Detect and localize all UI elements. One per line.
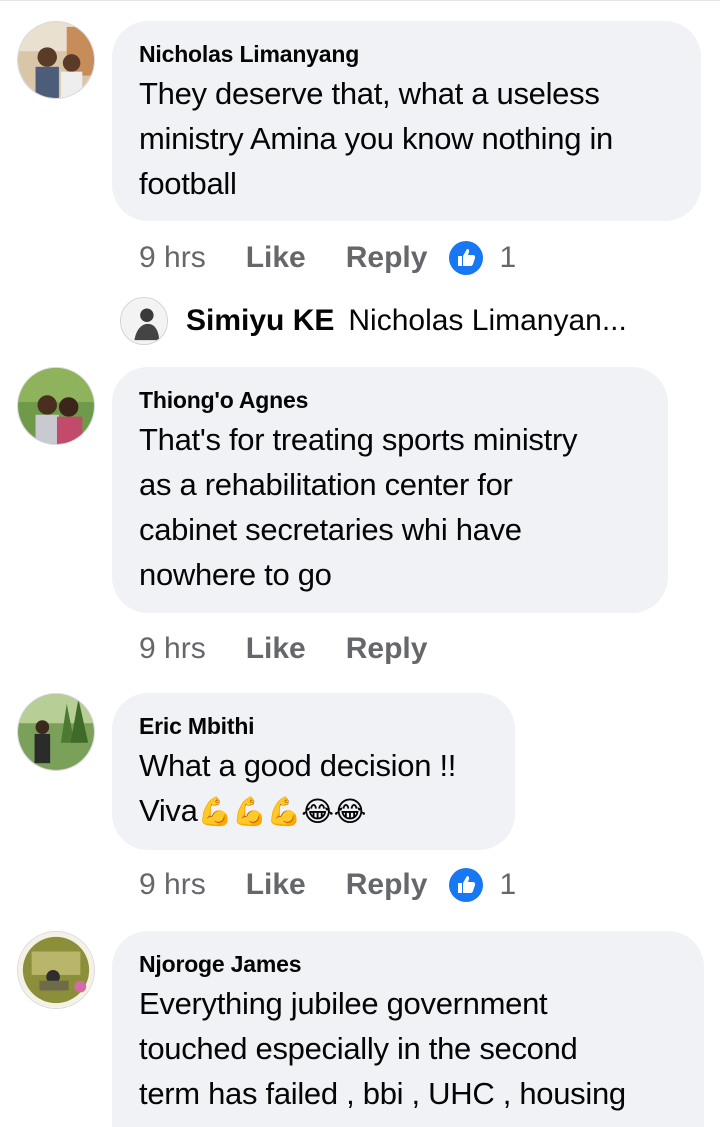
comment-text: Everything jubilee government touched es…	[139, 981, 677, 1116]
comment-author[interactable]: Thiong'o Agnes	[139, 385, 641, 415]
reaction-count: 1	[499, 868, 517, 901]
comment-actions: 9 hrs Like Reply 1	[139, 238, 516, 278]
comment-text-line: They deserve that, what a useless	[139, 76, 600, 111]
avatar[interactable]	[17, 21, 95, 99]
like-thumbs-up-icon	[449, 868, 484, 902]
avatar[interactable]	[17, 693, 95, 771]
comment-emojis: 💪💪💪😂😂	[197, 796, 367, 827]
comment-text: They deserve that, what a useless minist…	[139, 71, 674, 206]
comment-bubble: Njoroge James Everything jubilee governm…	[112, 931, 704, 1127]
comment-text-line: Everything jubilee government	[139, 986, 548, 1021]
comment-text: That's for treating sports ministry as a…	[139, 417, 641, 597]
reply-button[interactable]: Reply	[346, 632, 428, 666]
comment-text-line: term has failed , bbi , UHC , housing	[139, 1076, 626, 1111]
reply-preview-text: Nicholas Limanyan...	[348, 304, 627, 337]
comment-time[interactable]: 9 hrs	[139, 241, 206, 275]
comment-bubble: Thiong'o Agnes That's for treating sport…	[112, 367, 668, 613]
comment-text-line: That's for treating sports ministry	[139, 422, 578, 457]
reply-button[interactable]: Reply	[346, 241, 428, 275]
comments-thread: Nicholas Limanyang They deserve that, wh…	[0, 0, 720, 1127]
comment-bubble: Eric Mbithi What a good decision !! Viva…	[112, 693, 515, 850]
comment-author[interactable]: Eric Mbithi	[139, 711, 488, 741]
comment-actions: 9 hrs Like Reply 1	[139, 865, 516, 905]
comment-author[interactable]: Nicholas Limanyang	[139, 39, 674, 69]
reaction-summary[interactable]: 1	[449, 241, 516, 275]
comment-time[interactable]: 9 hrs	[139, 632, 206, 666]
comment-text-line: cabinet secretaries whi have	[139, 512, 522, 547]
reply-preview[interactable]: Simiyu KE Nicholas Limanyan...	[120, 293, 627, 349]
like-button[interactable]: Like	[246, 632, 306, 666]
reaction-summary[interactable]: 1	[449, 868, 516, 902]
comment-text-line: touched especially in the second	[139, 1031, 578, 1066]
comment-text-line: Viva💪💪💪😂😂	[139, 788, 488, 834]
avatar[interactable]	[17, 367, 95, 445]
like-button[interactable]: Like	[246, 241, 306, 275]
comment-text-line: nowhere to go	[139, 557, 332, 592]
avatar[interactable]	[120, 297, 168, 345]
comment-text-line: ministry Amina you know nothing in	[139, 121, 613, 156]
comment-text-line: football	[139, 166, 237, 201]
reply-button[interactable]: Reply	[346, 868, 428, 902]
comment-text-word: Viva	[139, 793, 198, 828]
comment-text-line: as a rehabilitation center for	[139, 467, 513, 502]
comment-time[interactable]: 9 hrs	[139, 868, 206, 902]
comment-text-line: What a good decision !!	[139, 748, 457, 783]
comment-bubble: Nicholas Limanyang They deserve that, wh…	[112, 21, 701, 221]
like-thumbs-up-icon	[449, 241, 484, 275]
avatar[interactable]	[17, 931, 95, 1009]
like-button[interactable]: Like	[246, 868, 306, 902]
comment-author[interactable]: Njoroge James	[139, 949, 677, 979]
reply-author[interactable]: Simiyu KE	[186, 304, 334, 338]
reaction-count: 1	[499, 241, 517, 274]
comment-text: What a good decision !! Viva💪💪💪😂😂	[139, 743, 488, 834]
comment-actions: 9 hrs Like Reply	[139, 629, 449, 669]
